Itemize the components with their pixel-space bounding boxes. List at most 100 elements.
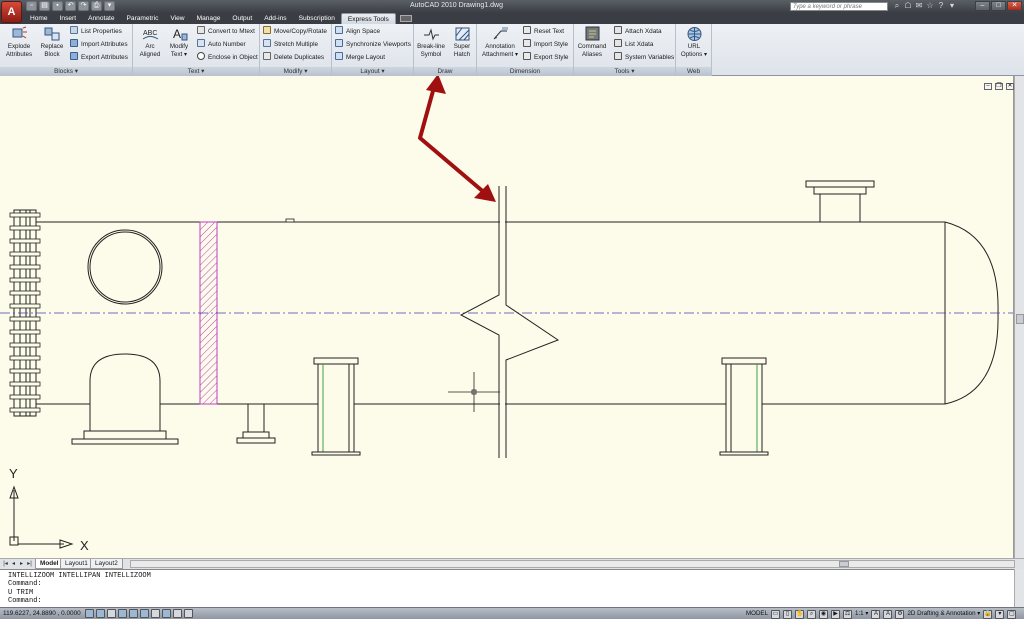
panel-title-web[interactable]: Web: [676, 67, 711, 76]
command-aliases-button[interactable]: Command Aliases: [577, 26, 607, 59]
quick-properties-icon[interactable]: [184, 609, 193, 618]
plot-icon[interactable]: ⎙: [91, 1, 102, 11]
ribbon-minimize-button[interactable]: [399, 15, 412, 22]
tab-output[interactable]: Output: [226, 13, 258, 24]
tab-manage[interactable]: Manage: [191, 13, 227, 24]
ortho-mode-icon[interactable]: [107, 609, 116, 618]
vertical-scrollbar[interactable]: [1014, 76, 1024, 558]
quick-view-layouts-icon[interactable]: ▭: [771, 609, 781, 619]
system-variables-button[interactable]: System Variables: [614, 52, 674, 63]
layout-tab-layout1[interactable]: Layout1: [60, 559, 93, 569]
snap-mode-icon[interactable]: [85, 609, 94, 618]
annotation-attachment-button[interactable]: Annotation Attachment ▾: [480, 26, 520, 59]
application-menu-button[interactable]: A: [1, 1, 22, 23]
panel-title-layout[interactable]: Layout ▾: [332, 67, 413, 76]
next-layout-icon[interactable]: ▸: [18, 560, 25, 568]
tab-home[interactable]: Home: [24, 13, 54, 24]
enclose-in-object-button[interactable]: Enclose in Object: [197, 52, 258, 63]
status-menu-icon[interactable]: ▾: [995, 609, 1005, 619]
list-xdata-button[interactable]: List Xdata: [614, 39, 653, 50]
auto-scale-icon[interactable]: A: [883, 609, 893, 619]
viewport-restore-icon[interactable]: ❐: [995, 83, 1003, 90]
new-file-icon[interactable]: ▫: [26, 1, 37, 11]
grid-display-icon[interactable]: [96, 609, 105, 618]
subscription-icon[interactable]: ☖: [904, 2, 912, 10]
object-snap-tracking-icon[interactable]: [140, 609, 149, 618]
first-layout-icon[interactable]: |◂: [2, 560, 9, 568]
attach-xdata-button[interactable]: Attach Xdata: [614, 26, 662, 37]
qat-dropdown-icon[interactable]: ▾: [104, 1, 115, 11]
tab-express-tools[interactable]: Express Tools: [340, 13, 396, 24]
maximize-button[interactable]: □: [991, 1, 1006, 11]
synchronize-viewports-button[interactable]: Synchronize Viewports: [335, 39, 411, 50]
tab-add-ins[interactable]: Add-ins: [258, 13, 292, 24]
dynamic-ucs-icon[interactable]: [151, 609, 160, 618]
minimize-button[interactable]: –: [975, 1, 990, 11]
reset-text-button[interactable]: Reset Text: [523, 26, 564, 37]
tab-parametric[interactable]: Parametric: [121, 13, 165, 24]
search-input[interactable]: Type a keyword or phrase: [790, 2, 888, 11]
align-space-button[interactable]: Align Space: [335, 26, 380, 37]
panel-title-blocks[interactable]: Blocks ▾: [0, 67, 132, 76]
coordinate-readout[interactable]: 119.6227, 24.8890 , 0.0000: [3, 609, 81, 619]
communication-icon[interactable]: ✉: [915, 2, 923, 10]
favorites-icon[interactable]: ☆: [926, 2, 934, 10]
clean-screen-icon[interactable]: ▢: [1007, 609, 1017, 619]
redo-icon[interactable]: ↷: [78, 1, 89, 11]
zoom-icon[interactable]: ⌕: [807, 609, 817, 619]
export-attributes-button[interactable]: Export Attributes: [70, 52, 128, 63]
replace-block-button[interactable]: Replace Block: [37, 26, 67, 59]
steeringwheel-icon[interactable]: ◉: [819, 609, 829, 619]
object-snap-icon[interactable]: [129, 609, 138, 618]
super-hatch-button[interactable]: Super Hatch: [447, 26, 477, 59]
panel-title-text[interactable]: Text ▾: [133, 67, 259, 76]
tab-insert[interactable]: Insert: [54, 13, 83, 24]
search-icon[interactable]: ⌕: [893, 2, 901, 10]
panel-title-draw[interactable]: Draw: [414, 67, 476, 76]
showmotion-icon[interactable]: ▶: [831, 609, 841, 619]
panel-title-tools[interactable]: Tools ▾: [574, 67, 675, 76]
last-layout-icon[interactable]: ▸|: [26, 560, 33, 568]
convert-to-mtext-button[interactable]: Convert to Mtext: [197, 26, 255, 37]
annotation-scale-select[interactable]: 1:1 ▾: [855, 609, 868, 619]
url-options-button[interactable]: URL Options ▾: [679, 26, 709, 59]
workspace-select[interactable]: 2D Drafting & Annotation ▾: [907, 609, 980, 619]
modify-text-button[interactable]: A Modify Text ▾: [164, 26, 194, 59]
pan-icon[interactable]: ✋: [795, 609, 805, 619]
vertical-scroll-thumb[interactable]: [1016, 314, 1024, 324]
workspace-switch-icon[interactable]: ⚙: [895, 609, 905, 619]
export-style-button[interactable]: Export Style: [523, 52, 568, 63]
arc-aligned-button[interactable]: ABC Arc Aligned: [135, 26, 165, 59]
open-file-icon[interactable]: ▤: [39, 1, 50, 11]
delete-duplicates-button[interactable]: Delete Duplicates: [263, 52, 324, 63]
horizontal-scroll-thumb[interactable]: [839, 561, 849, 567]
tab-annotate[interactable]: Annotate: [82, 13, 120, 24]
annotation-visibility-icon[interactable]: A: [871, 609, 881, 619]
list-properties-button[interactable]: List Properties: [70, 26, 122, 37]
tab-subscription[interactable]: Subscription: [293, 13, 341, 24]
explode-attributes-button[interactable]: Explode Attributes: [4, 26, 34, 59]
break-line-symbol-button[interactable]: Break-line Symbol: [416, 26, 446, 59]
annotation-scale-icon[interactable]: ⚖: [843, 609, 853, 619]
horizontal-scrollbar[interactable]: [130, 560, 1015, 568]
stretch-multiple-button[interactable]: Stretch Multiple: [263, 39, 318, 50]
polar-tracking-icon[interactable]: [118, 609, 127, 618]
toolbar-lock-icon[interactable]: 🔒: [983, 609, 993, 619]
help-dropdown-icon[interactable]: ▾: [948, 2, 956, 10]
undo-icon[interactable]: ↶: [65, 1, 76, 11]
close-button[interactable]: ✕: [1007, 1, 1022, 11]
dynamic-input-icon[interactable]: [162, 609, 171, 618]
tab-view[interactable]: View: [164, 13, 190, 24]
panel-title-dimension[interactable]: Dimension: [477, 67, 573, 76]
panel-title-modify[interactable]: Modify ▾: [260, 67, 331, 76]
import-attributes-button[interactable]: Import Attributes: [70, 39, 128, 50]
viewport-minimize-icon[interactable]: –: [984, 83, 992, 90]
quick-view-drawings-icon[interactable]: ▯: [783, 609, 793, 619]
save-icon[interactable]: ▪: [52, 1, 63, 11]
auto-number-button[interactable]: Auto Number: [197, 39, 246, 50]
command-line-scrollbar[interactable]: [1014, 569, 1024, 607]
lineweight-icon[interactable]: [173, 609, 182, 618]
command-prompt[interactable]: Command:: [8, 597, 1016, 605]
import-style-button[interactable]: Import Style: [523, 39, 568, 50]
viewport-close-icon[interactable]: ✕: [1006, 83, 1014, 90]
